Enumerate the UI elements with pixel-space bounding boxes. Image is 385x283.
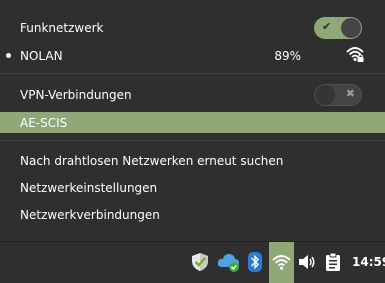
rescan-networks-item[interactable]: Nach drahtlosen Netzwerken erneut suchen [0,150,385,172]
clipboard-icon[interactable] [325,252,341,272]
bluetooth-icon[interactable] [248,252,262,272]
clock[interactable]: 14:59 [352,255,385,269]
connected-dot [6,53,11,58]
wifi-toggle-switch[interactable]: ✔ [314,17,362,39]
wifi-toggle-label: Funknetzwerk [20,21,104,35]
volume-icon[interactable] [298,252,316,272]
network-connections-label: Netzwerkverbindungen [20,208,160,222]
vpn-toggle-label: VPN-Verbindungen [20,88,132,102]
vpn-toggle-row[interactable]: VPN-Verbindungen ✖ [0,84,385,106]
wifi-toggle-row[interactable]: Funknetzwerk ✔ [0,17,385,39]
rescan-label: Nach drahtlosen Netzwerken erneut suchen [20,154,284,168]
network-settings-item[interactable]: Netzwerkeinstellungen [0,177,385,199]
separator [0,140,385,141]
network-item-nolan[interactable]: NOLAN 89% [0,45,385,67]
network-menu: Funknetzwerk ✔ NOLAN 89% VPN-Verbindunge… [0,0,385,241]
network-settings-label: Netzwerkeinstellungen [20,181,158,195]
shield-check-icon[interactable] [190,252,210,272]
check-icon: ✔ [322,20,332,33]
wifi-icon[interactable] [272,253,291,271]
vpn-item-label: AE-SCIS [20,115,68,130]
wifi-lock-icon [346,47,364,62]
system-tray-panel: 14:59 [0,241,385,283]
signal-strength: 89% [274,49,301,63]
cross-icon: ✖ [345,87,355,100]
vpn-item-ae-scis[interactable]: AE-SCIS [0,112,385,133]
separator [0,73,385,74]
network-name: NOLAN [20,49,63,63]
network-connections-item[interactable]: Netzwerkverbindungen [0,204,385,226]
toggle-knob [341,18,361,38]
vpn-toggle-switch[interactable]: ✖ [314,84,362,106]
toggle-knob [315,85,335,105]
cloud-sync-icon[interactable] [217,252,241,272]
